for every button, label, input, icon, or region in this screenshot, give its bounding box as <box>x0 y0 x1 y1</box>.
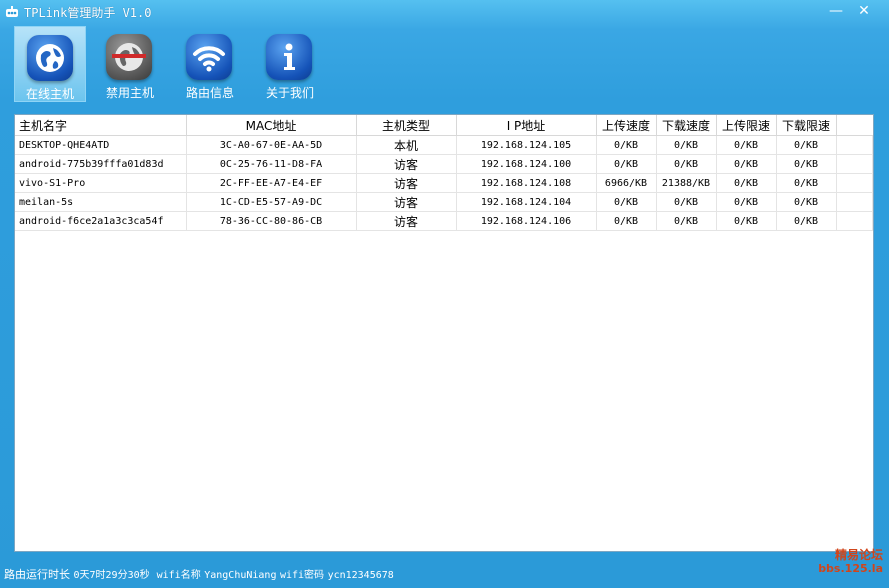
uptime-value: 0天7时29分30秒 <box>73 570 150 581</box>
close-button[interactable]: ✕ <box>852 2 876 20</box>
column-header[interactable]: 主机类型 <box>356 115 457 136</box>
column-header[interactable]: 主机名字 <box>15 115 187 136</box>
table-row[interactable]: meilan-5s 1C-CD-E5-57-A9-DC 访客 192.168.1… <box>15 192 873 212</box>
info-icon <box>266 34 312 80</box>
host-type: 访客 <box>356 192 457 212</box>
download-speed: 21388/KB <box>656 173 717 193</box>
row-filler <box>836 173 873 193</box>
host-type: 访客 <box>356 211 457 231</box>
mac-address: 78-36-CC-80-86-CB <box>186 211 357 231</box>
host-list-panel: 主机名字 MAC地址 主机类型 I P地址 上传速度 下载速度 上传限速 下载限… <box>14 114 874 552</box>
status-text: 路由运行时长 0天7时29分30秒 wifi名称 YangChuNiang wi… <box>4 566 394 582</box>
ip-address: 192.168.124.104 <box>456 192 597 212</box>
host-type: 本机 <box>356 135 457 155</box>
mac-address: 2C-FF-EE-A7-E4-EF <box>186 173 357 193</box>
host-name: DESKTOP-QHE4ATD <box>15 135 187 155</box>
upload-speed: 0/KB <box>596 211 657 231</box>
host-type: 访客 <box>356 173 457 193</box>
row-filler <box>836 135 873 155</box>
wifi-password-label: wifi密码 <box>279 570 325 581</box>
ip-address: 192.168.124.106 <box>456 211 597 231</box>
table-row[interactable]: android-775b39fffa01d83d 0C-25-76-11-D8-… <box>15 154 873 174</box>
tab-label: 关于我们 <box>265 86 314 100</box>
watermark-title: 精易论坛 <box>834 548 883 562</box>
tab-label: 禁用主机 <box>105 86 154 100</box>
minimize-button[interactable]: — <box>824 2 848 20</box>
download-limit: 0/KB <box>776 135 837 155</box>
upload-speed: 6966/KB <box>596 173 657 193</box>
download-limit: 0/KB <box>776 192 837 212</box>
host-name: meilan-5s <box>15 192 187 212</box>
download-speed: 0/KB <box>656 154 717 174</box>
tab-banned-hosts[interactable]: 禁用主机 <box>94 26 166 102</box>
mac-address: 3C-A0-67-0E-AA-5D <box>186 135 357 155</box>
tab-about-us[interactable]: 关于我们 <box>254 26 326 102</box>
table-header-row: 主机名字 MAC地址 主机类型 I P地址 上传速度 下载速度 上传限速 下载限… <box>15 115 872 136</box>
column-header[interactable]: 上传速度 <box>596 115 657 136</box>
download-speed: 0/KB <box>656 135 717 155</box>
uptime-label: 路由运行时长 <box>4 568 70 581</box>
column-header-filler <box>836 115 872 136</box>
app-icon <box>6 6 18 17</box>
tab-online-hosts[interactable]: 在线主机 <box>14 26 86 102</box>
upload-limit: 0/KB <box>716 211 777 231</box>
tab-router-info[interactable]: 路由信息 <box>174 26 246 102</box>
upload-speed: 0/KB <box>596 154 657 174</box>
host-name: android-775b39fffa01d83d <box>15 154 187 174</box>
upload-limit: 0/KB <box>716 173 777 193</box>
ip-address: 192.168.124.100 <box>456 154 597 174</box>
wifi-password-value: ycn12345678 <box>327 570 394 581</box>
column-header[interactable]: 下载速度 <box>656 115 717 136</box>
watermark: 精易论坛 bbs.125.la <box>818 548 883 576</box>
upload-limit: 0/KB <box>716 192 777 212</box>
download-limit: 0/KB <box>776 173 837 193</box>
wifi-icon <box>186 34 232 80</box>
row-filler <box>836 211 873 231</box>
mac-address: 0C-25-76-11-D8-FA <box>186 154 357 174</box>
upload-limit: 0/KB <box>716 154 777 174</box>
window-title: TPLink管理助手 V1.0 <box>24 6 152 20</box>
host-name: android-f6ce2a1a3c3ca54f <box>15 211 187 231</box>
table-row[interactable]: android-f6ce2a1a3c3ca54f 78-36-CC-80-86-… <box>15 211 873 231</box>
globe-icon <box>27 35 73 81</box>
row-filler <box>836 154 873 174</box>
ip-address: 192.168.124.105 <box>456 135 597 155</box>
globe-banned-icon <box>106 34 152 80</box>
upload-speed: 0/KB <box>596 135 657 155</box>
column-header[interactable]: I P地址 <box>456 115 597 136</box>
column-header[interactable]: MAC地址 <box>186 115 357 136</box>
column-header[interactable]: 上传限速 <box>716 115 777 136</box>
host-type: 访客 <box>356 154 457 174</box>
mac-address: 1C-CD-E5-57-A9-DC <box>186 192 357 212</box>
tab-label: 路由信息 <box>185 86 234 100</box>
host-name: vivo-S1-Pro <box>15 173 187 193</box>
wifi-name-label: wifi名称 <box>156 570 201 581</box>
wifi-name-value: YangChuNiang <box>204 570 277 581</box>
download-speed: 0/KB <box>656 211 717 231</box>
toolbar: 在线主机 禁用主机 路由信息 关于我们 <box>0 26 889 102</box>
app-window: TPLink管理助手 V1.0 — ✕ 在线主机 禁用主机 路由信息 关于我们 … <box>0 0 889 588</box>
download-limit: 0/KB <box>776 154 837 174</box>
title-bar: TPLink管理助手 V1.0 — ✕ <box>0 0 889 24</box>
upload-limit: 0/KB <box>716 135 777 155</box>
table-row[interactable]: vivo-S1-Pro 2C-FF-EE-A7-E4-EF 访客 192.168… <box>15 173 873 193</box>
watermark-url: bbs.125.la <box>818 562 883 575</box>
host-table: 主机名字 MAC地址 主机类型 I P地址 上传速度 下载速度 上传限速 下载限… <box>15 115 873 231</box>
download-limit: 0/KB <box>776 211 837 231</box>
download-speed: 0/KB <box>656 192 717 212</box>
status-bar: 路由运行时长 0天7时29分30秒 wifi名称 YangChuNiang wi… <box>0 562 889 588</box>
tab-label: 在线主机 <box>25 87 74 101</box>
ip-address: 192.168.124.108 <box>456 173 597 193</box>
upload-speed: 0/KB <box>596 192 657 212</box>
row-filler <box>836 192 873 212</box>
column-header[interactable]: 下载限速 <box>776 115 837 136</box>
table-row[interactable]: DESKTOP-QHE4ATD 3C-A0-67-0E-AA-5D 本机 192… <box>15 135 873 155</box>
